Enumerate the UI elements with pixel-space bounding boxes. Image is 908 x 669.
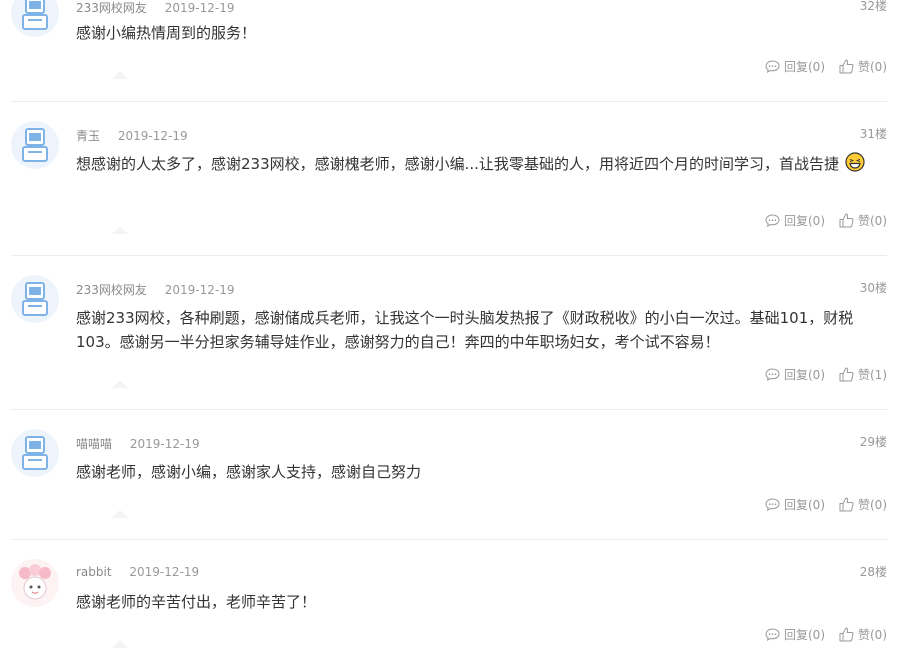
comment-bubble-icon	[765, 214, 780, 227]
caret-decoration	[112, 71, 128, 79]
comment-item: 233网校网友 2019-12-19 30楼 感谢233网校，各种刷题，感谢储成…	[11, 255, 887, 410]
username[interactable]: 233网校网友	[76, 283, 147, 297]
caret-decoration	[112, 510, 128, 518]
caret-decoration	[112, 226, 128, 234]
reply-button[interactable]: 回复(0)	[765, 366, 825, 383]
like-label: 赞(0)	[858, 628, 887, 642]
reply-label: 回复(0)	[784, 498, 825, 512]
like-label: 赞(1)	[858, 368, 887, 382]
comment-bubble-icon	[765, 60, 780, 73]
like-button[interactable]: 赞(1)	[839, 366, 887, 383]
comment-item: 233网校网友 2019-12-19 32楼 感谢小编热情周到的服务！ 回复(0…	[11, 0, 887, 102]
user-avatar[interactable]	[11, 275, 59, 323]
username[interactable]: rabbit	[76, 565, 112, 579]
comment-actions: 回复(0) 赞(0)	[765, 58, 887, 75]
comment-meta: 233网校网友 2019-12-19	[76, 0, 234, 16]
comment-text: 感谢老师，感谢小编，感谢家人支持，感谢自己努力	[76, 463, 422, 481]
username[interactable]: 青玉	[76, 129, 100, 143]
comment-actions: 回复(0) 赞(0)	[765, 212, 887, 229]
username[interactable]: 233网校网友	[76, 1, 147, 15]
reply-button[interactable]: 回复(0)	[765, 496, 825, 513]
comment-meta: 233网校网友 2019-12-19	[76, 281, 234, 298]
floor-number: 32楼	[859, 0, 887, 13]
reply-button[interactable]: 回复(0)	[765, 212, 825, 229]
user-avatar[interactable]	[11, 0, 59, 37]
comment-text: 感谢老师的辛苦付出，老师辛苦了！	[76, 593, 317, 611]
like-button[interactable]: 赞(0)	[839, 212, 887, 229]
floor-number: 30楼	[859, 281, 887, 295]
comment-item: rabbit 2019-12-19 28楼 感谢老师的辛苦付出，老师辛苦了！ 回…	[11, 539, 887, 669]
comment-date: 2019-12-19	[129, 565, 200, 579]
thumbs-up-icon	[839, 627, 854, 642]
comment-item: 喵喵喵 2019-12-19 29楼 感谢老师，感谢小编，感谢家人支持，感谢自己…	[11, 409, 887, 540]
comment-date: 2019-12-19	[164, 1, 235, 15]
reply-label: 回复(0)	[784, 214, 825, 228]
like-button[interactable]: 赞(0)	[839, 58, 887, 75]
comment-meta: 青玉 2019-12-19	[76, 127, 188, 144]
comment-bubble-icon	[765, 368, 780, 381]
comment-date: 2019-12-19	[117, 129, 188, 143]
laughing-face-emoji	[845, 152, 865, 179]
comment-meta: rabbit 2019-12-19	[76, 565, 199, 579]
thumbs-up-icon	[839, 367, 854, 382]
user-avatar[interactable]	[11, 429, 59, 477]
caret-decoration	[112, 380, 128, 388]
reply-label: 回复(0)	[784, 60, 825, 74]
like-button[interactable]: 赞(0)	[839, 496, 887, 513]
reply-button[interactable]: 回复(0)	[765, 626, 825, 643]
floor-number: 31楼	[859, 127, 887, 141]
comment-item: 青玉 2019-12-19 31楼 想感谢的人太多了，感谢233网校，感谢槐老师…	[11, 101, 887, 256]
floor-number: 28楼	[859, 565, 887, 579]
comment-bubble-icon	[765, 498, 780, 511]
floor-number: 29楼	[859, 435, 887, 449]
user-avatar[interactable]	[11, 559, 59, 607]
comment-bubble-icon	[765, 628, 780, 641]
like-label: 赞(0)	[858, 498, 887, 512]
username[interactable]: 喵喵喵	[76, 437, 112, 451]
like-button[interactable]: 赞(0)	[839, 626, 887, 643]
reply-label: 回复(0)	[784, 368, 825, 382]
reply-button[interactable]: 回复(0)	[765, 58, 825, 75]
thumbs-up-icon	[839, 497, 854, 512]
comment-meta: 喵喵喵 2019-12-19	[76, 435, 200, 452]
like-label: 赞(0)	[858, 214, 887, 228]
user-avatar[interactable]	[11, 121, 59, 169]
caret-decoration	[112, 640, 128, 648]
comment-actions: 回复(0) 赞(0)	[765, 496, 887, 513]
comment-actions: 回复(0) 赞(1)	[765, 366, 887, 383]
thumbs-up-icon	[839, 213, 854, 228]
reply-label: 回复(0)	[784, 628, 825, 642]
thumbs-up-icon	[839, 59, 854, 74]
like-label: 赞(0)	[858, 60, 887, 74]
comment-text: 感谢小编热情周到的服务！	[76, 24, 257, 42]
comment-date: 2019-12-19	[164, 283, 235, 297]
comment-actions: 回复(0) 赞(0)	[765, 626, 887, 643]
comment-date: 2019-12-19	[129, 437, 200, 451]
comment-text-block: 想感谢的人太多了，感谢233网校，感谢槐老师，感谢小编...让我零基础的人，用将…	[76, 152, 887, 179]
comment-text: 感谢233网校，各种刷题，感谢储成兵老师，让我这个一时头脑发热报了《财政税收》的…	[76, 309, 854, 351]
comment-text: 想感谢的人太多了，感谢233网校，感谢槐老师，感谢小编...让我零基础的人，用将…	[76, 155, 839, 173]
